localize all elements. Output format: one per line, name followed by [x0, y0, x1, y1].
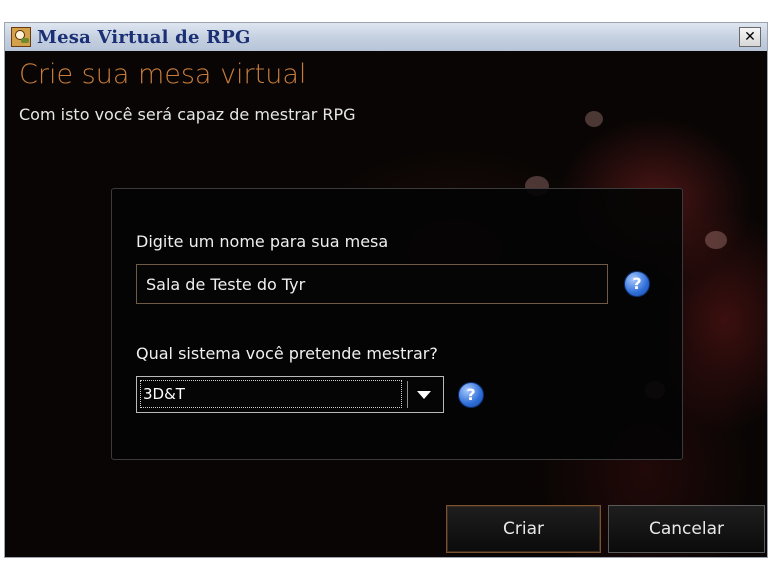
app-icon: [11, 27, 31, 47]
page-subheading: Com isto você será capaz de mestrar RPG: [19, 105, 356, 124]
system-label: Qual sistema você pretende mestrar?: [136, 344, 438, 363]
form-panel: Digite um nome para sua mesa ? Qual sist…: [111, 188, 683, 460]
table-name-input[interactable]: [136, 264, 608, 304]
window-title: Mesa Virtual de RPG: [37, 27, 251, 48]
select-divider: [407, 381, 408, 408]
table-name-label: Digite um nome para sua mesa: [136, 232, 389, 251]
cancel-button[interactable]: Cancelar: [608, 505, 765, 553]
close-button[interactable]: ✕: [739, 27, 761, 47]
dialog-window: Mesa Virtual de RPG ✕ Crie sua mesa virt…: [4, 22, 768, 558]
page-heading: Crie sua mesa virtual: [19, 59, 307, 90]
system-select-value: 3D&T: [140, 380, 402, 408]
close-icon: ✕: [744, 29, 756, 45]
help-icon[interactable]: ?: [624, 271, 650, 297]
title-bar[interactable]: Mesa Virtual de RPG ✕: [5, 23, 767, 52]
system-select[interactable]: 3D&T: [136, 376, 444, 413]
chevron-down-icon[interactable]: [417, 391, 431, 399]
create-button[interactable]: Criar: [446, 505, 601, 553]
help-icon[interactable]: ?: [458, 382, 484, 408]
